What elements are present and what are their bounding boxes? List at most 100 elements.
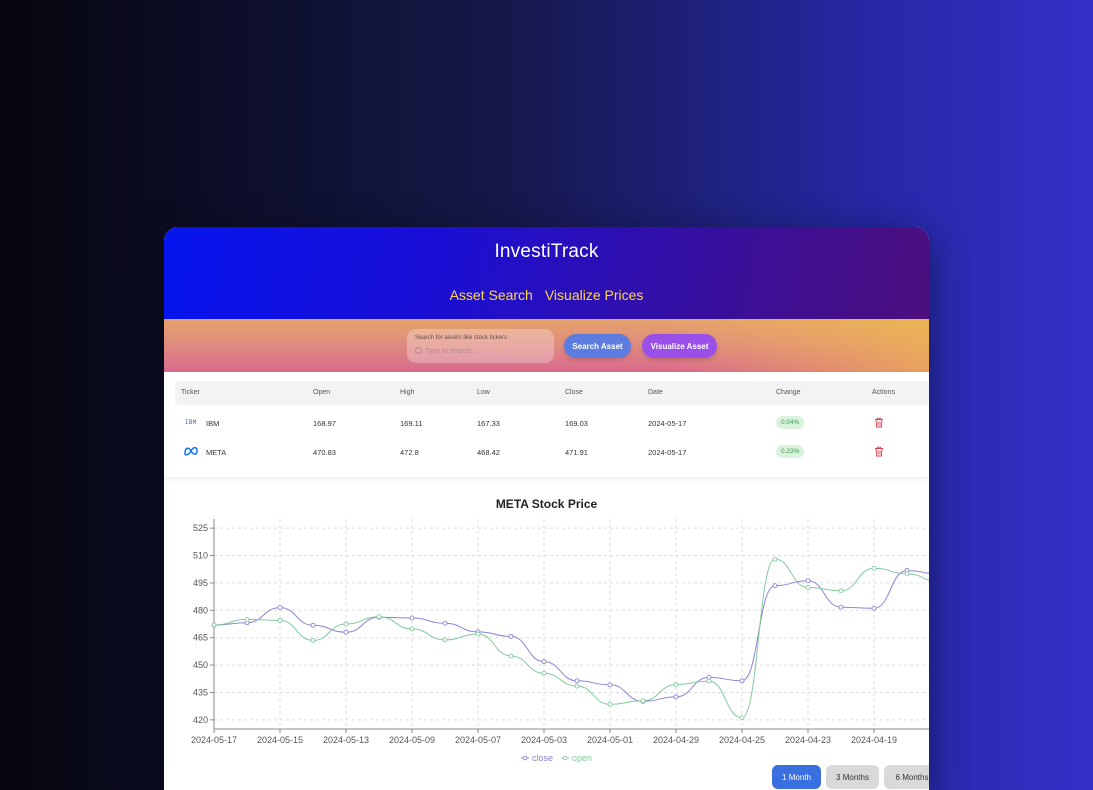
data-point-open bbox=[475, 631, 481, 637]
col-date: Date bbox=[648, 389, 663, 396]
x-tick-label: 2024-04-29 bbox=[653, 735, 699, 745]
series-line-close bbox=[213, 569, 929, 702]
trash-icon[interactable] bbox=[874, 417, 884, 428]
change-badge: 0.23% bbox=[776, 445, 805, 458]
range-3-months-button[interactable]: 3 Months bbox=[826, 765, 879, 789]
x-tick-label: 2024-04-19 bbox=[851, 735, 897, 745]
change-badge: 0.04% bbox=[776, 416, 805, 429]
x-tick-label: 2024-05-01 bbox=[587, 735, 633, 745]
data-point-close bbox=[838, 604, 844, 610]
range-1-month-button[interactable]: 1 Month bbox=[772, 765, 821, 789]
asset-table: Ticker Open High Low Close Date Change A… bbox=[164, 372, 929, 477]
data-point-open bbox=[211, 622, 217, 628]
data-point-close bbox=[442, 620, 448, 626]
data-point-close bbox=[805, 578, 811, 584]
x-tick-label: 2024-05-09 bbox=[389, 735, 435, 745]
data-point-open bbox=[244, 616, 250, 622]
data-point-open bbox=[607, 701, 613, 707]
data-point-close bbox=[871, 605, 877, 611]
data-point-open bbox=[508, 653, 514, 659]
search-icon bbox=[415, 347, 422, 354]
col-change: Change bbox=[776, 389, 801, 396]
y-tick-label: 420 bbox=[193, 715, 208, 725]
low-cell: 167.33 bbox=[477, 419, 500, 428]
price-chart: META Stock Price 420 435 450 465 480 495 510 52… bbox=[164, 487, 929, 790]
data-point-open bbox=[838, 588, 844, 594]
search-label: Search for assets like stock tickers bbox=[415, 335, 508, 341]
x-tick-label: 2024-05-03 bbox=[521, 735, 567, 745]
y-tick-label: 480 bbox=[193, 605, 208, 615]
legend-marker-close bbox=[522, 755, 528, 761]
data-point-open bbox=[442, 637, 448, 643]
col-close: Close bbox=[565, 389, 583, 396]
col-high: High bbox=[400, 389, 415, 396]
visualize-asset-button[interactable]: Visualize Asset bbox=[642, 334, 717, 358]
search-field[interactable]: Search for assets like stock tickers bbox=[407, 329, 554, 363]
table-row[interactable]: IBM IBM 168.97 169.11 167.33 169.03 2024… bbox=[175, 408, 929, 437]
high-cell: 169.11 bbox=[400, 419, 423, 428]
search-asset-button[interactable]: Search Asset bbox=[564, 334, 631, 358]
x-tick-label: 2024-05-17 bbox=[191, 735, 237, 745]
ticker-cell: IBM bbox=[206, 419, 220, 428]
x-tick-label: 2024-05-13 bbox=[323, 735, 369, 745]
open-cell: 168.97 bbox=[313, 419, 336, 428]
x-tick-label: 2024-04-23 bbox=[785, 735, 831, 745]
nav-visualize-prices[interactable]: Visualize Prices bbox=[545, 287, 644, 303]
data-point-close bbox=[574, 678, 580, 684]
low-cell: 468.42 bbox=[477, 448, 500, 457]
search-input[interactable] bbox=[425, 345, 545, 357]
main-nav: Asset Search Visualize Prices bbox=[164, 287, 929, 303]
data-point-close bbox=[607, 682, 613, 688]
trash-icon[interactable] bbox=[874, 446, 884, 457]
x-tick-label: 2024-04-25 bbox=[719, 735, 765, 745]
app-header: InvestiTrack Asset Search Visualize Pric… bbox=[164, 227, 929, 319]
data-point-close bbox=[343, 629, 349, 635]
data-point-open bbox=[673, 682, 679, 688]
close-cell: 471.91 bbox=[565, 448, 588, 457]
range-6-months-button[interactable]: 6 Months bbox=[884, 765, 929, 789]
data-point-close bbox=[673, 694, 679, 700]
data-point-open bbox=[640, 698, 646, 704]
table-row[interactable]: META 470.83 472.8 468.42 471.91 2024-05-… bbox=[175, 437, 929, 466]
col-actions: Actions bbox=[872, 389, 895, 396]
data-point-open bbox=[871, 565, 877, 571]
data-point-close bbox=[508, 633, 514, 639]
data-point-close bbox=[277, 605, 283, 611]
nav-asset-search[interactable]: Asset Search bbox=[450, 287, 533, 303]
col-low: Low bbox=[477, 389, 490, 396]
legend-marker-open bbox=[562, 755, 568, 761]
app-title: InvestiTrack bbox=[494, 241, 599, 262]
legend-label-open: open bbox=[572, 753, 592, 763]
data-point-close bbox=[541, 659, 547, 665]
data-point-open bbox=[739, 715, 745, 721]
data-point-close bbox=[310, 622, 316, 628]
ibm-logo: IBM bbox=[185, 419, 197, 426]
y-tick-label: 495 bbox=[193, 578, 208, 588]
data-point-open bbox=[574, 683, 580, 689]
data-point-open bbox=[277, 617, 283, 623]
x-tick-label: 2024-05-15 bbox=[257, 735, 303, 745]
data-point-open bbox=[904, 571, 910, 577]
data-point-close bbox=[772, 583, 778, 589]
data-point-open bbox=[343, 621, 349, 627]
data-point-open bbox=[706, 678, 712, 684]
y-tick-label: 465 bbox=[193, 633, 208, 643]
data-point-open bbox=[772, 556, 778, 562]
open-cell: 470.83 bbox=[313, 448, 336, 457]
date-cell: 2024-05-17 bbox=[648, 448, 687, 457]
y-tick-label: 435 bbox=[193, 687, 208, 697]
data-point-open bbox=[376, 614, 382, 620]
date-cell: 2024-05-17 bbox=[648, 419, 687, 428]
data-point-open bbox=[541, 670, 547, 676]
data-point-open bbox=[805, 585, 811, 590]
data-point-open bbox=[409, 626, 415, 632]
search-bar: Search for assets like stock tickers Sea… bbox=[164, 319, 929, 372]
high-cell: 472.8 bbox=[400, 448, 419, 457]
meta-logo-icon bbox=[184, 446, 198, 456]
chart-canvas: 420 435 450 465 480 495 510 525 2024-05-17 2024-0… bbox=[191, 519, 929, 763]
col-open: Open bbox=[313, 389, 331, 396]
ticker-cell: META bbox=[206, 448, 227, 457]
table-header: Ticker Open High Low Close Date Change A… bbox=[175, 381, 929, 405]
data-point-close bbox=[739, 678, 745, 684]
y-tick-label: 450 bbox=[193, 660, 208, 670]
